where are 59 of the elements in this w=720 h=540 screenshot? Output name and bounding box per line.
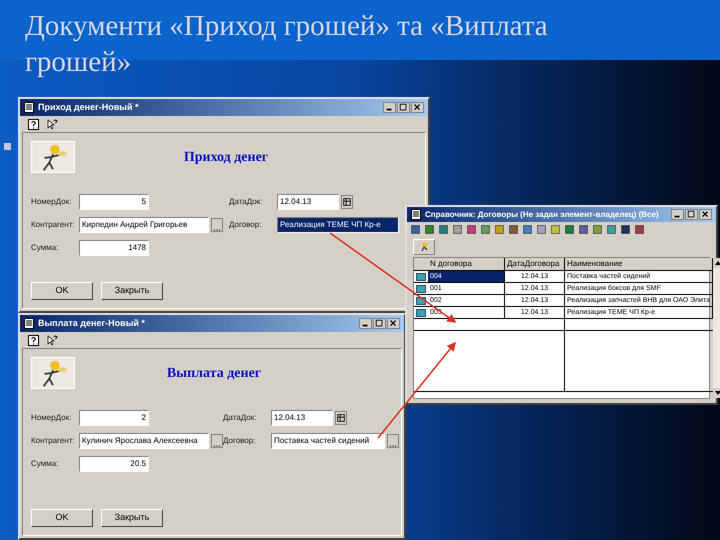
input-field[interactable]: 20.5 [79,456,149,472]
form-button[interactable]: OK [31,509,93,527]
column-header[interactable]: N договора [428,258,505,270]
input-field[interactable]: Реализация ТЕМЕ ЧП Кр-е [277,217,399,233]
field-label: Контрагент: [31,219,76,231]
input-field[interactable]: 5 [79,194,149,210]
form-button[interactable]: Закрыть [101,282,163,300]
window-title: Выплата денег-Новый * [38,316,145,330]
scrollbar[interactable] [712,258,720,398]
input-field[interactable]: 12.04.13 [271,410,333,426]
field-label: Договор: [223,435,256,447]
input-field[interactable]: Поставка частей сидений [271,433,385,449]
input-field[interactable]: Кулинич Ярослава Алексеевна [79,433,209,449]
window-title: Приход денег-Новый * [38,100,139,114]
input-field[interactable]: 12.04.13 [277,194,339,210]
column-header[interactable]: ДатаДоговора [505,258,565,270]
ellipsis-button[interactable] [211,218,223,232]
form-button[interactable]: OK [31,282,93,300]
slide-title: Документи «Приход грошей» та «Виплата грошей» [25,9,549,80]
pointer-help-icon[interactable] [47,118,58,130]
calendar-icon[interactable] [341,195,353,209]
document-icon [24,102,34,113]
field-label: Сумма: [31,242,60,254]
document-icon [411,209,421,220]
close-icon[interactable] [411,102,424,113]
figure-button[interactable] [413,239,435,255]
input-field[interactable]: 1478 [79,240,149,256]
form-button[interactable]: Закрыть [101,509,163,527]
close-icon[interactable] [387,318,400,329]
field-label: НомерДок: [31,196,72,208]
maximize-icon[interactable] [685,209,698,220]
field-label: Договор: [229,219,262,231]
pointer-help-icon[interactable] [47,334,58,346]
maximize-icon[interactable] [373,318,386,329]
figure-icon [31,357,75,389]
form-heading: Приход денег [182,148,270,166]
minimize-icon[interactable] [359,318,372,329]
maximize-icon[interactable] [397,102,410,113]
bullet-icon [4,143,11,150]
window-title: Справочник: Договоры (Не задан элемент-владелец) (Все) [425,208,659,220]
ellipsis-button[interactable] [211,434,223,448]
close-icon[interactable] [699,209,712,220]
field-label: Сумма: [31,458,60,470]
field-label: ДатаДок: [223,412,258,424]
minimize-icon[interactable] [383,102,396,113]
input-field[interactable]: Кирпедин Андрей Григорьев [79,217,209,233]
field-label: Контрагент: [31,435,76,447]
scroll-down-icon[interactable] [712,388,720,398]
minimize-icon[interactable] [671,209,684,220]
form-heading: Выплата денег [166,364,262,382]
help-icon[interactable] [28,118,39,130]
field-label: НомерДок: [31,412,72,424]
figure-icon [31,141,75,173]
help-icon[interactable] [28,334,39,346]
input-field[interactable]: 2 [79,410,149,426]
field-label: ДатаДок: [229,196,264,208]
document-icon [24,318,34,329]
ellipsis-button[interactable] [387,434,399,448]
calendar-icon[interactable] [335,411,347,425]
